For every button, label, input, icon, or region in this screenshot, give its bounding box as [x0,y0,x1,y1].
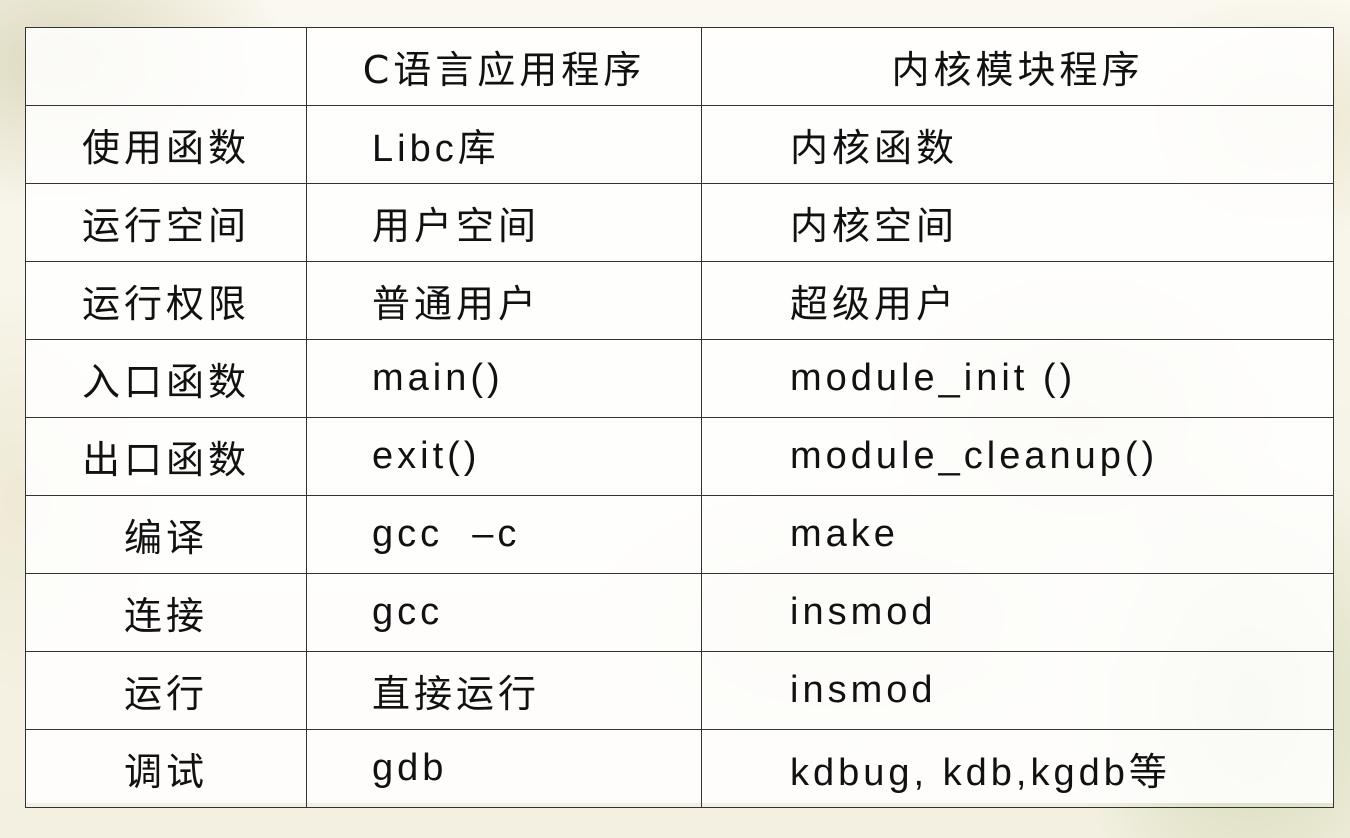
table-row: 出口函数 exit() module_cleanup() [25,417,1334,496]
c-app-cell: Libc库 [306,105,702,184]
kernel-cell: 内核函数 [701,105,1334,184]
table-row: 连接 gcc insmod [25,573,1334,652]
header-empty-cell [25,27,307,106]
row-label: 连接 [25,573,307,652]
header-c-app: C语言应用程序 [306,27,702,106]
table-row: 调试 gdb kdbug, kdb,kgdb等 [25,729,1334,808]
row-label: 使用函数 [25,105,307,184]
c-app-cell: 直接运行 [306,651,702,730]
c-app-cell: gcc –c [306,495,702,574]
row-label: 运行权限 [25,261,307,340]
row-label: 调试 [25,729,307,808]
c-app-cell: gdb [306,729,702,808]
c-app-cell: gcc [306,573,702,652]
row-label: 运行空间 [25,183,307,262]
kernel-cell: insmod [701,651,1334,730]
c-app-cell: exit() [306,417,702,496]
kernel-cell: module_cleanup() [701,417,1334,496]
row-label: 编译 [25,495,307,574]
table-row: 运行 直接运行 insmod [25,651,1334,730]
c-app-cell: main() [306,339,702,418]
kernel-cell: insmod [701,573,1334,652]
table-row: 使用函数 Libc库 内核函数 [25,105,1334,184]
kernel-cell: make [701,495,1334,574]
kernel-cell: kdbug, kdb,kgdb等 [701,729,1334,808]
c-app-cell: 普通用户 [306,261,702,340]
kernel-cell: module_init () [701,339,1334,418]
header-row: C语言应用程序 内核模块程序 [25,27,1334,106]
row-label: 出口函数 [25,417,307,496]
c-app-cell: 用户空间 [306,183,702,262]
table-row: 运行空间 用户空间 内核空间 [25,183,1334,262]
table-row: 编译 gcc –c make [25,495,1334,574]
table-row: 运行权限 普通用户 超级用户 [25,261,1334,340]
kernel-cell: 超级用户 [701,261,1334,340]
kernel-cell: 内核空间 [701,183,1334,262]
comparison-table-container: C语言应用程序 内核模块程序 使用函数 Libc库 内核函数 运行空间 用户空间… [25,27,1334,808]
row-label: 入口函数 [25,339,307,418]
table-row: 入口函数 main() module_init () [25,339,1334,418]
header-kernel-module: 内核模块程序 [701,27,1334,106]
comparison-table: C语言应用程序 内核模块程序 使用函数 Libc库 内核函数 运行空间 用户空间… [25,27,1334,808]
row-label: 运行 [25,651,307,730]
